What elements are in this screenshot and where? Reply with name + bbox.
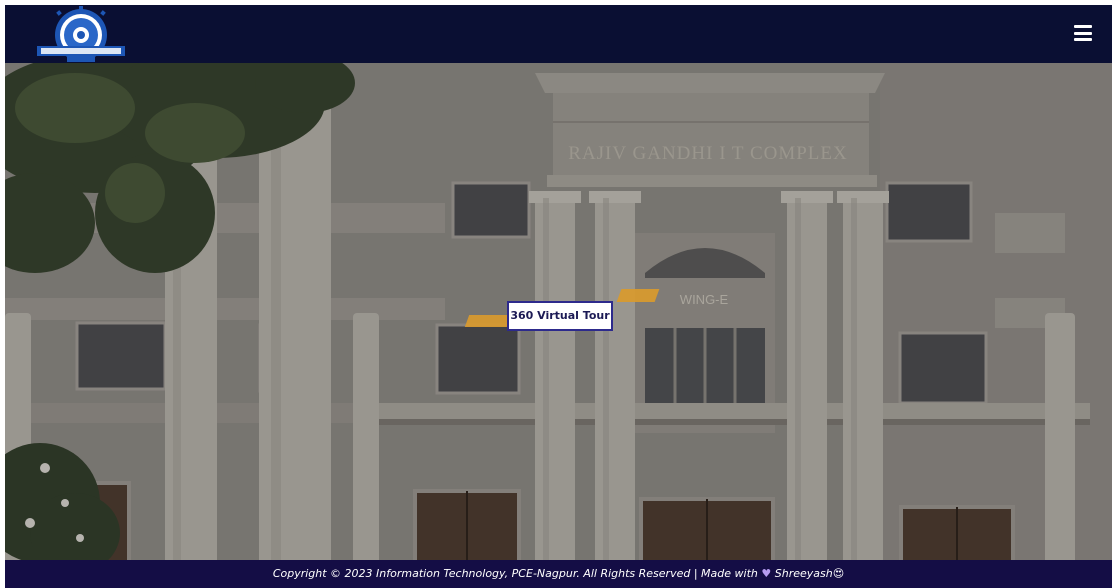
wing-label: WING-E — [679, 292, 729, 307]
copyright-text: Copyright © 2023 Information Technology,… — [272, 567, 758, 580]
virtual-tour-button[interactable]: 360 Virtual Tour — [507, 301, 613, 331]
hamburger-menu-icon[interactable] — [1074, 25, 1092, 41]
hotspot-marker-left[interactable] — [464, 315, 512, 327]
heart-icon: ♥ — [761, 567, 772, 580]
top-header — [5, 5, 1112, 63]
campus-building-view[interactable]: RAJIV GANDHI I T COMPLEX WING-E 360 Virt… — [5, 63, 1112, 560]
page-frame: RAJIV GANDHI I T COMPLEX WING-E 360 Virt… — [5, 5, 1112, 588]
building-name-inscription: RAJIV GANDHI I T COMPLEX — [568, 143, 848, 164]
footer-bar: Copyright © 2023 Information Technology,… — [5, 560, 1112, 588]
heart-eyes-emoji-icon: 😍 — [832, 567, 845, 580]
college-seal-icon — [37, 6, 125, 62]
college-logo[interactable] — [37, 5, 125, 63]
author-name: Shreeyash — [774, 567, 833, 580]
hotspot-marker-right[interactable] — [616, 289, 660, 302]
